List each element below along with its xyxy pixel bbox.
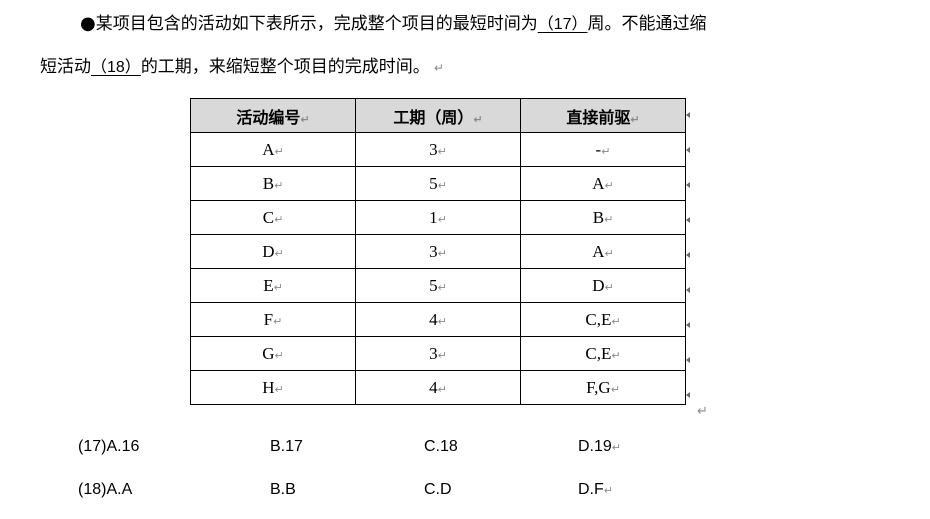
- option-item[interactable]: B.17: [270, 438, 303, 456]
- table-row: B↵ 5↵ A↵: [190, 166, 686, 201]
- row-end-marker-icon: [686, 392, 690, 398]
- question-line-2: 短活动（18）的工期，来缩短整个项目的完成时间。 ↵: [40, 52, 444, 77]
- row-end-marker-icon: [686, 322, 690, 328]
- blank-18: （18）: [91, 59, 141, 76]
- header-activity-id: 活动编号↵: [190, 98, 356, 133]
- question-text-2: 周。不能通过缩: [587, 14, 707, 34]
- cell-activity-id: B↵: [190, 166, 356, 201]
- option-item[interactable]: (17)A.16: [78, 438, 139, 456]
- cell-activity-id: D↵: [190, 234, 356, 269]
- table-row: C↵ 1↵ B↵: [190, 200, 686, 235]
- paragraph-mark-icon: ↵: [611, 441, 622, 454]
- row-end-marker-icon: [686, 217, 690, 223]
- cell-duration: 5↵: [355, 268, 521, 303]
- cell-predecessor: D↵: [520, 268, 686, 303]
- cell-duration: 3↵: [355, 132, 521, 167]
- activity-table: 活动编号↵ 工期（周）↵ 直接前驱↵ A↵ 3↵ -↵ B↵ 5↵ A↵ C↵ 1↵ B↵ D↵ 3…: [190, 98, 686, 405]
- table-row: G↵ 3↵ C,E↵: [190, 336, 686, 371]
- table-row: A↵ 3↵ -↵: [190, 132, 686, 167]
- paragraph-mark-icon: ↵: [603, 484, 613, 497]
- cell-duration: 4↵: [355, 370, 521, 405]
- cell-predecessor: -↵: [520, 132, 686, 167]
- cell-predecessor: B↵: [520, 200, 686, 235]
- cell-predecessor: A↵: [520, 166, 686, 201]
- paragraph-mark-icon: ↵: [697, 404, 708, 419]
- row-end-marker-icon: [686, 357, 690, 363]
- cell-predecessor: C,E↵: [520, 336, 686, 371]
- paragraph-mark-icon: ↵: [433, 61, 444, 75]
- header-predecessor: 直接前驱↵: [520, 98, 686, 133]
- question-line-1: ●某项目包含的活动如下表所示，完成整个项目的最短时间为（17）周。不能通过缩: [80, 9, 707, 34]
- cell-duration: 4↵: [355, 302, 521, 337]
- question-text-1: 某项目包含的活动如下表所示，完成整个项目的最短时间为: [95, 14, 538, 34]
- cell-predecessor: F,G↵: [520, 370, 686, 405]
- option-item[interactable]: D.F↵: [578, 481, 613, 499]
- cell-activity-id: C↵: [190, 200, 356, 235]
- cell-activity-id: A↵: [190, 132, 356, 167]
- table-row: H↵ 4↵ F,G↵: [190, 370, 686, 405]
- cell-activity-id: H↵: [190, 370, 356, 405]
- table-header-row: 活动编号↵ 工期（周）↵ 直接前驱↵: [190, 98, 686, 133]
- cell-predecessor: C,E↵: [520, 302, 686, 337]
- bullet-icon: ●: [80, 13, 96, 34]
- cell-activity-id: G↵: [190, 336, 356, 371]
- table-row: E↵ 5↵ D↵: [190, 268, 686, 303]
- option-item[interactable]: C.18: [424, 438, 458, 456]
- cell-duration: 3↵: [355, 234, 521, 269]
- question-text-3: 短活动: [40, 57, 91, 77]
- cell-activity-id: E↵: [190, 268, 356, 303]
- cell-duration: 1↵: [355, 200, 521, 235]
- cell-predecessor: A↵: [520, 234, 686, 269]
- blank-17: （17）: [537, 16, 588, 33]
- option-item[interactable]: (18)A.A: [78, 481, 132, 499]
- option-item[interactable]: C.D: [424, 481, 452, 499]
- header-duration: 工期（周）↵: [355, 98, 521, 133]
- option-item[interactable]: B.B: [270, 481, 296, 499]
- row-end-marker-icon: [686, 182, 690, 188]
- cell-activity-id: F↵: [190, 302, 356, 337]
- table-row: F↵ 4↵ C,E↵: [190, 302, 686, 337]
- option-item[interactable]: D.19↵: [578, 438, 621, 456]
- row-end-marker-icon: [686, 252, 690, 258]
- row-end-marker-icon: [686, 147, 690, 153]
- row-end-marker-icon: [686, 112, 690, 118]
- table-row: D↵ 3↵ A↵: [190, 234, 686, 269]
- cell-duration: 5↵: [355, 166, 521, 201]
- question-text-4: 的工期，来缩短整个项目的完成时间。: [140, 57, 430, 77]
- row-end-marker-icon: [686, 287, 690, 293]
- cell-duration: 3↵: [355, 336, 521, 371]
